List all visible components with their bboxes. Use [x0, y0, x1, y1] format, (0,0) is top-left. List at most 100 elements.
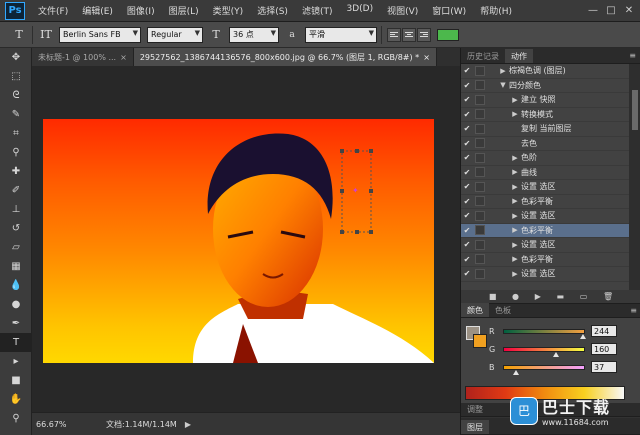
text-orientation-icon[interactable]: IT — [37, 26, 55, 44]
clone-stamp-tool-icon[interactable]: ⊥ — [0, 200, 32, 219]
tab-history[interactable]: 历史记录 — [461, 49, 505, 63]
menu-item[interactable]: 类型(Y) — [206, 4, 251, 17]
dialog-toggle[interactable] — [475, 210, 485, 221]
gradient-tool-icon[interactable]: ▦ — [0, 257, 32, 276]
action-row[interactable]: ✔ ▶ 设置 选区 — [461, 209, 629, 224]
action-row[interactable]: ✔ ▶ 棕褐色调 (图层) — [461, 64, 629, 79]
actions-scrollbar[interactable] — [629, 64, 640, 290]
lasso-tool-icon[interactable]: ᘓ — [0, 86, 32, 105]
action-row[interactable]: ✔ ▶ 转换模式 — [461, 108, 629, 122]
check-icon[interactable]: ✔ — [461, 66, 473, 75]
action-row[interactable]: ✔ ▶ 色彩平衡 — [461, 223, 629, 238]
play-button[interactable]: ▶ — [535, 292, 541, 301]
dialog-toggle[interactable] — [475, 239, 485, 250]
menu-item[interactable]: 编辑(E) — [75, 4, 120, 17]
menu-item[interactable]: 图像(I) — [120, 4, 162, 17]
move-tool-icon[interactable]: ✥ — [0, 48, 32, 67]
dialog-toggle[interactable] — [475, 109, 485, 120]
tab-photo[interactable]: 29527562_1386744136576_800x600.jpg @ 66.… — [133, 48, 437, 66]
slider-value-input[interactable]: 160 — [591, 343, 617, 355]
eyedropper-tool-icon[interactable]: ⚲ — [0, 143, 32, 162]
check-icon[interactable]: ✔ — [461, 168, 473, 177]
dialog-toggle[interactable] — [475, 225, 485, 236]
menu-item[interactable]: 文件(F) — [31, 4, 75, 17]
slider-value-input[interactable]: 244 — [591, 325, 617, 337]
dodge-tool-icon[interactable]: ● — [0, 295, 32, 314]
action-row[interactable]: ✔ ▶ 建立 快照 — [461, 93, 629, 108]
type-tool-icon[interactable]: T — [0, 333, 32, 352]
path-select-tool-icon[interactable]: ▸ — [0, 352, 32, 371]
expand-triangle-icon[interactable]: ▶ — [509, 270, 521, 278]
expand-triangle-icon[interactable]: ▶ — [509, 96, 521, 104]
crop-tool-icon[interactable]: ⌗ — [0, 124, 32, 143]
type-tool-preset-icon[interactable]: T — [10, 26, 28, 44]
action-row[interactable]: ✔ ▶ 色阶 — [461, 151, 629, 166]
check-icon[interactable]: ✔ — [461, 182, 473, 191]
text-color-swatch[interactable] — [437, 28, 459, 41]
slider-value-input[interactable]: 37 — [591, 361, 617, 373]
check-icon[interactable]: ✔ — [461, 269, 473, 278]
action-row[interactable]: ✔ ▼ 四分颜色 — [461, 79, 629, 93]
check-icon[interactable]: ✔ — [461, 110, 473, 119]
check-icon[interactable]: ✔ — [461, 95, 473, 104]
document-image[interactable]: ✦ — [43, 119, 434, 363]
dialog-toggle[interactable] — [475, 254, 485, 265]
check-icon[interactable]: ✔ — [461, 197, 473, 206]
action-row[interactable]: ✔ 去色 — [461, 137, 629, 151]
check-icon[interactable]: ✔ — [461, 255, 473, 264]
menu-item[interactable]: 窗口(W) — [425, 4, 473, 17]
tab-layers[interactable]: 图层 — [461, 420, 489, 434]
new-set-button[interactable]: ▬ — [557, 292, 565, 301]
minimize-button[interactable]: — — [586, 3, 600, 17]
slider-thumb[interactable] — [552, 351, 559, 357]
panel-menu-icon[interactable]: ≡ — [629, 51, 636, 60]
tab-adjustments[interactable]: 调整 — [461, 402, 489, 416]
expand-triangle-icon[interactable]: ▶ — [509, 226, 521, 234]
check-icon[interactable]: ✔ — [461, 124, 473, 133]
menu-item[interactable]: 3D(D) — [339, 4, 380, 17]
action-row[interactable]: ✔ ▶ 设置 选区 — [461, 238, 629, 253]
expand-triangle-icon[interactable]: ▶ — [509, 255, 521, 263]
dialog-toggle[interactable] — [475, 152, 485, 163]
expand-triangle-icon[interactable]: ▶ — [497, 67, 509, 75]
delete-button[interactable]: 🗑 — [603, 292, 613, 301]
dialog-toggle[interactable] — [475, 268, 485, 279]
menu-item[interactable]: 滤镜(T) — [295, 4, 340, 17]
tab-color[interactable]: 颜色 — [461, 303, 489, 317]
check-icon[interactable]: ✔ — [461, 240, 473, 249]
new-action-button[interactable]: ▭ — [580, 292, 588, 301]
close-icon[interactable]: × — [120, 53, 127, 62]
dialog-toggle[interactable] — [475, 80, 485, 91]
dialog-toggle[interactable] — [475, 167, 485, 178]
check-icon[interactable]: ✔ — [461, 139, 473, 148]
action-row[interactable]: ✔ ▶ 设置 选区 — [461, 180, 629, 195]
tab-untitled[interactable]: 未标题-1 @ 100% ... × — [32, 48, 134, 66]
tab-swatches[interactable]: 色板 — [489, 303, 517, 317]
canvas-area[interactable]: ✦ — [32, 66, 460, 412]
healing-brush-tool-icon[interactable]: ✚ — [0, 162, 32, 181]
slider-track[interactable] — [503, 364, 585, 375]
check-icon[interactable]: ✔ — [461, 211, 473, 220]
close-icon[interactable]: × — [423, 53, 430, 62]
align-right-button[interactable] — [417, 27, 431, 42]
menu-item[interactable]: 图层(L) — [162, 4, 206, 17]
action-row[interactable]: ✔ ▶ 曲线 — [461, 166, 629, 180]
dialog-toggle[interactable] — [475, 181, 485, 192]
font-family-select[interactable]: Berlin Sans FB ▼ — [59, 26, 141, 43]
dialog-toggle[interactable] — [475, 196, 485, 207]
check-icon[interactable]: ✔ — [461, 226, 473, 235]
check-icon[interactable]: ✔ — [461, 153, 473, 162]
slider-track[interactable] — [503, 328, 586, 339]
align-center-button[interactable] — [402, 27, 416, 42]
slider-thumb[interactable] — [579, 333, 586, 339]
slider-thumb[interactable] — [513, 369, 520, 375]
history-brush-tool-icon[interactable]: ↺ — [0, 219, 32, 238]
restore-button[interactable]: □ — [604, 3, 618, 17]
marquee-tool-icon[interactable]: ⬚ — [0, 67, 32, 86]
shape-tool-icon[interactable]: ■ — [0, 371, 32, 390]
dialog-toggle[interactable] — [475, 65, 485, 76]
panel-menu-icon[interactable]: ≡ — [630, 306, 637, 315]
tab-actions[interactable]: 动作 — [505, 49, 533, 63]
dialog-toggle[interactable] — [475, 123, 485, 134]
zoom-level[interactable]: 66.67% — [32, 420, 70, 429]
